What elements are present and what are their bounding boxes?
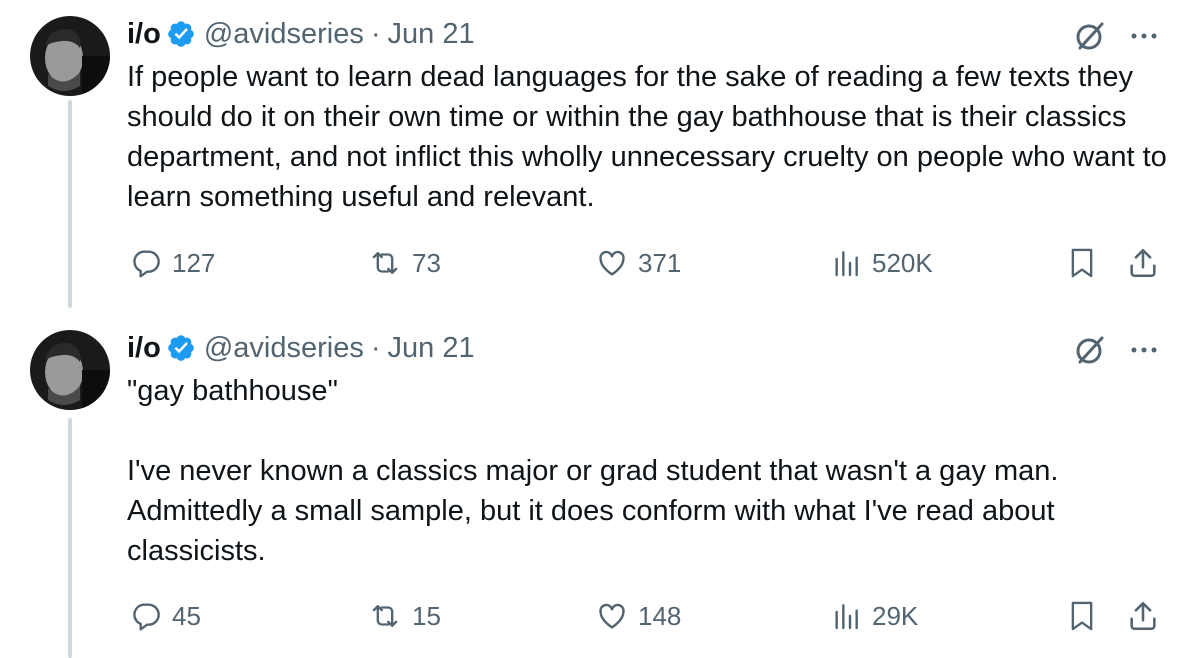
repost-button[interactable]: 15: [368, 596, 441, 636]
bookmark-button[interactable]: [1066, 243, 1098, 283]
more-icon[interactable]: [1130, 336, 1158, 364]
repost-button[interactable]: 73: [368, 243, 441, 283]
verified-badge-icon: [166, 19, 196, 49]
reply-icon: [130, 247, 162, 279]
user-handle[interactable]: @avidseries: [204, 332, 364, 365]
repost-icon: [368, 247, 402, 279]
bookmark-button[interactable]: [1066, 596, 1098, 636]
like-icon: [596, 600, 628, 632]
tweet[interactable]: i/o @avidseries · Jun 21 If people want: [0, 14, 1188, 304]
like-count: 148: [638, 600, 682, 631]
like-button[interactable]: 371: [596, 243, 681, 283]
avatar[interactable]: [30, 16, 110, 96]
view-count: 29K: [872, 600, 919, 631]
reply-button[interactable]: 127: [130, 243, 215, 283]
bookmark-icon: [1066, 599, 1098, 633]
more-icon[interactable]: [1130, 22, 1158, 50]
share-button[interactable]: [1126, 596, 1160, 636]
views-button[interactable]: 29K: [830, 596, 918, 636]
meta-separator: ·: [370, 17, 381, 50]
repost-count: 15: [412, 600, 441, 631]
avatar[interactable]: [30, 330, 110, 410]
tweet[interactable]: i/o @avidseries · Jun 21 "gay bathhouse": [0, 328, 1188, 648]
tweet-date[interactable]: Jun 21: [388, 18, 475, 51]
views-icon: [830, 600, 862, 632]
display-name[interactable]: i/o: [127, 332, 161, 365]
tweet-top-actions: [1072, 332, 1158, 368]
tweet-text: If people want to learn dead languages f…: [127, 61, 1175, 213]
verified-badge-icon: [166, 333, 196, 363]
share-button[interactable]: [1126, 243, 1160, 283]
bookmark-icon: [1066, 246, 1098, 280]
views-button[interactable]: 520K: [830, 243, 933, 283]
tweet-header: i/o @avidseries · Jun 21: [127, 328, 475, 368]
display-name[interactable]: i/o: [127, 18, 161, 51]
like-count: 371: [638, 247, 682, 278]
reply-count: 45: [172, 600, 201, 631]
like-icon: [596, 247, 628, 279]
repost-count: 73: [412, 247, 441, 278]
grok-icon[interactable]: [1072, 18, 1108, 54]
view-count: 520K: [872, 247, 933, 278]
reply-icon: [130, 600, 162, 632]
tweet-text: "gay bathhouse" I've never known a class…: [127, 375, 1059, 567]
tweet-header: i/o @avidseries · Jun 21: [127, 14, 475, 54]
tweet-date[interactable]: Jun 21: [388, 332, 475, 365]
share-icon: [1126, 599, 1160, 633]
tweet-actions: 45 15 148 29K: [0, 596, 1188, 636]
meta-separator: ·: [370, 331, 381, 364]
tweet-top-actions: [1072, 18, 1158, 54]
reply-count: 127: [172, 247, 216, 278]
like-button[interactable]: 148: [596, 596, 681, 636]
reply-button[interactable]: 45: [130, 596, 201, 636]
user-handle[interactable]: @avidseries: [204, 18, 364, 51]
repost-icon: [368, 600, 402, 632]
views-icon: [830, 247, 862, 279]
tweet-actions: 127 73 371 520K: [0, 243, 1188, 283]
grok-icon[interactable]: [1072, 332, 1108, 368]
share-icon: [1126, 246, 1160, 280]
